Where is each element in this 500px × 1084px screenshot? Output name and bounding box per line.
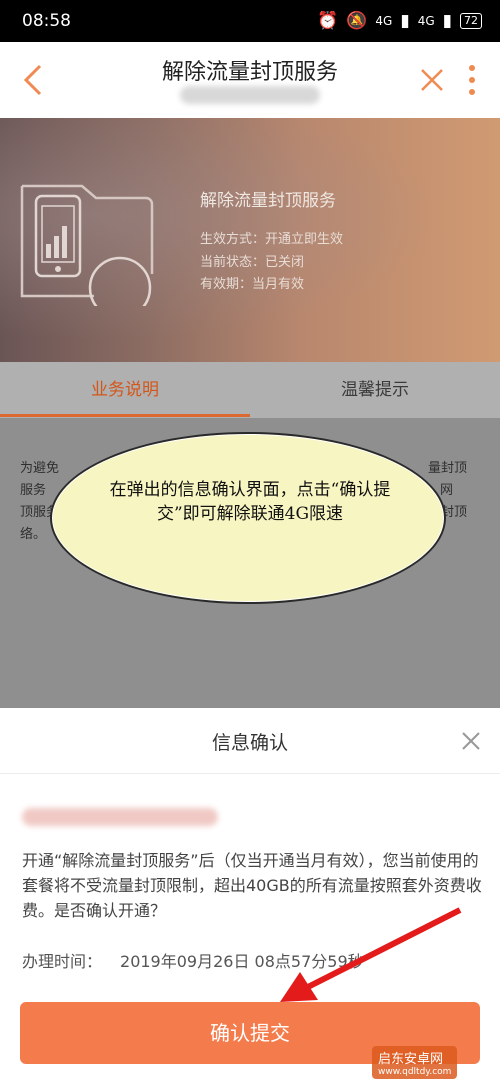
banner-service-name: 解除流量封顶服务 (200, 191, 336, 211)
signal-1: 4G (375, 14, 393, 28)
watermark-name: 启东安卓网 (378, 1052, 444, 1067)
close-icon[interactable] (460, 730, 482, 752)
status-icons: ⏰ 🔕 4G ▮ 4G ▮ 72 (317, 11, 482, 31)
banner-validity: 有效期：当月有效 (200, 277, 305, 292)
signal-icon: ▮ (442, 11, 452, 31)
alarm-icon: ⏰ (317, 11, 339, 31)
tab-description[interactable]: 业务说明 (0, 362, 250, 418)
annotation-text: 在弹出的信息确认界面，点击“确认提交”即可解除联通4G限速 (109, 480, 391, 524)
tab-tips[interactable]: 温馨提示 (250, 362, 500, 418)
watermark-logo: 启东安卓网 www.qdltdy.com (372, 1046, 458, 1079)
content-text: 为避免 (20, 461, 60, 476)
banner-state: 当前状态：已关闭 (200, 255, 305, 270)
time-label: 办理时间： (22, 952, 103, 971)
service-banner: 解除流量封顶服务 生效方式：开通立即生效 当前状态：已关闭 有效期：当月有效 (0, 118, 500, 362)
phone-folder-illustration (20, 184, 154, 306)
clock: 08:58 (22, 11, 71, 31)
blurred-subtitle (180, 86, 320, 104)
confirm-sheet: 信息确认 开通“解除流量封顶服务”后（仅当开通当月有效），您当前使用的套餐将不受… (0, 708, 500, 1084)
active-tab-underline (0, 414, 250, 417)
tab-bar: 业务说明 温馨提示 (0, 362, 500, 418)
app-header: 解除流量封顶服务 (0, 42, 500, 118)
close-icon[interactable] (418, 66, 446, 94)
status-bar: 08:58 ⏰ 🔕 4G ▮ 4G ▮ 72 (0, 0, 500, 42)
mute-icon: 🔕 (346, 11, 368, 31)
content-text: 络。 (20, 527, 47, 542)
more-icon[interactable] (462, 62, 482, 98)
sheet-title: 信息确认 (211, 732, 288, 754)
content-text: 网 (440, 483, 454, 498)
banner-effect: 生效方式：开通立即生效 (200, 232, 344, 247)
signal-2: 4G (417, 14, 435, 28)
watermark-url: www.qdltdy.com (378, 1067, 452, 1077)
pointer-arrow (280, 907, 462, 1002)
content-text: 量封顶 (428, 461, 468, 476)
content-text: 服务 (20, 483, 47, 498)
signal-icon: ▮ (400, 11, 410, 31)
sheet-header: 信息确认 (0, 708, 500, 774)
blurred-phone-number (22, 808, 218, 826)
battery-icon: 72 (460, 13, 482, 29)
